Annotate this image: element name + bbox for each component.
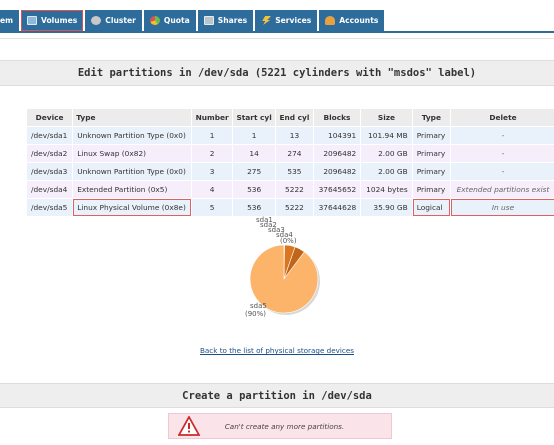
tab-volumes[interactable]: Volumes (21, 10, 84, 31)
end-cyl-cell: 535 (276, 163, 313, 180)
col-size: Size (361, 109, 412, 126)
col-partition-type: Type (412, 109, 450, 126)
table-row: /dev/sda3 Unknown Partition Type (0x0) 3… (27, 163, 554, 180)
device-cell: /dev/sda1 (27, 127, 73, 144)
device-cell: /dev/sda2 (27, 145, 73, 162)
partitions-table: Device Type Number Start cyl End cyl Blo… (26, 108, 554, 217)
services-icon (262, 16, 272, 25)
type-link[interactable]: Extended Partition (0x5) (73, 181, 192, 198)
number-cell: 2 (192, 145, 233, 162)
tab-label: Services (275, 16, 312, 25)
error-message-box: Can't create any more partitions. (168, 413, 392, 439)
blocks-cell: 2096482 (313, 163, 361, 180)
size-cell: 2.00 GB (361, 145, 412, 162)
tab-label: Accounts (339, 16, 379, 25)
section-title: Create a partition in /dev/sda (182, 389, 372, 402)
top-navigation: em Volumes Cluster Quota Shares Services… (0, 0, 554, 33)
tab-cluster[interactable]: Cluster (85, 10, 142, 31)
tab-quota[interactable]: Quota (143, 10, 196, 31)
tab-services[interactable]: Services (255, 10, 318, 31)
pie-label-sda5: sda5 (250, 302, 267, 310)
device-cell: /dev/sda5 (27, 199, 73, 216)
table-row: /dev/sda4 Extended Partition (0x5) 4 536… (27, 181, 554, 198)
end-cyl-cell: 13 (276, 127, 313, 144)
blocks-cell: 37645652 (313, 181, 361, 198)
tab-label: Cluster (105, 16, 136, 25)
tab-accounts[interactable]: Accounts (319, 10, 385, 31)
delete-cell: - (451, 163, 554, 180)
delete-cell: - (451, 145, 554, 162)
table-row: /dev/sda1 Unknown Partition Type (0x0) 1… (27, 127, 554, 144)
pie-label-sda4-pct: (0%) (280, 237, 297, 245)
col-delete: Delete (451, 109, 554, 126)
partition-usage-pie-chart: sda1 sda2 sda3 sda4 (0%) sda5 (90%) (245, 216, 320, 318)
start-cyl-cell: 14 (233, 145, 276, 162)
tab-label: Quota (163, 16, 190, 25)
partition-type-cell: Logical (412, 199, 450, 216)
col-blocks: Blocks (313, 109, 361, 126)
end-cyl-cell: 5222 (276, 181, 313, 198)
divider (0, 38, 554, 39)
number-cell: 3 (192, 163, 233, 180)
tab-label: Volumes (41, 16, 78, 25)
table-header-row: Device Type Number Start cyl End cyl Blo… (27, 109, 554, 126)
tab-shares[interactable]: Shares (197, 10, 254, 31)
edit-partitions-heading: Edit partitions in /dev/sda (5221 cylind… (0, 60, 554, 86)
create-partition-heading: Create a partition in /dev/sda (0, 383, 554, 408)
size-cell: 101.94 MB (361, 127, 412, 144)
shares-icon (203, 16, 214, 25)
nav-tabs: em Volumes Cluster Quota Shares Services… (0, 10, 386, 31)
table-row: /dev/sda2 Linux Swap (0x82) 2 14 274 209… (27, 145, 554, 162)
blocks-cell: 104391 (313, 127, 361, 144)
col-end-cyl: End cyl (276, 109, 313, 126)
size-cell: 35.90 GB (361, 199, 412, 216)
type-link[interactable]: Linux Physical Volume (0x8e) (73, 199, 192, 216)
col-start-cyl: Start cyl (233, 109, 276, 126)
number-cell: 4 (192, 181, 233, 198)
warning-icon (178, 416, 200, 436)
number-cell: 1 (192, 127, 233, 144)
pie-label-sda5-pct: (90%) (245, 310, 266, 318)
type-link[interactable]: Unknown Partition Type (0x0) (73, 163, 192, 180)
partition-type-cell: Primary (412, 127, 450, 144)
start-cyl-cell: 536 (233, 181, 276, 198)
partition-type-cell: Primary (412, 145, 450, 162)
start-cyl-cell: 1 (233, 127, 276, 144)
size-cell: 1024 bytes (361, 181, 412, 198)
delete-cell: Extended partitions exist (451, 181, 554, 198)
section-title: Edit partitions in /dev/sda (5221 cylind… (77, 67, 477, 79)
blocks-cell: 2096482 (313, 145, 361, 162)
volumes-icon (27, 16, 37, 25)
tab-label: em (0, 16, 14, 25)
start-cyl-cell: 275 (233, 163, 276, 180)
device-cell: /dev/sda3 (27, 163, 73, 180)
number-cell: 5 (192, 199, 233, 216)
delete-cell: In use (451, 199, 554, 216)
back-to-storage-devices-link[interactable]: Back to the list of physical storage dev… (0, 346, 554, 355)
col-device: Device (27, 109, 73, 126)
type-link[interactable]: Linux Swap (0x82) (73, 145, 192, 162)
partition-type-cell: Primary (412, 163, 450, 180)
tab-label: Shares (217, 16, 248, 25)
nav-underline (0, 31, 554, 33)
quota-icon (149, 16, 160, 25)
size-cell: 2.00 GB (361, 163, 412, 180)
tab-system-partial[interactable]: em (0, 10, 19, 31)
cluster-icon (91, 16, 102, 25)
partition-type-cell: Primary (412, 181, 450, 198)
delete-cell: - (451, 127, 554, 144)
device-cell: /dev/sda4 (27, 181, 73, 198)
end-cyl-cell: 274 (276, 145, 313, 162)
col-type: Type (73, 109, 192, 126)
accounts-icon (325, 16, 336, 25)
error-message: Can't create any more partitions. (224, 421, 345, 431)
col-number: Number (192, 109, 233, 126)
type-link[interactable]: Unknown Partition Type (0x0) (73, 127, 192, 144)
